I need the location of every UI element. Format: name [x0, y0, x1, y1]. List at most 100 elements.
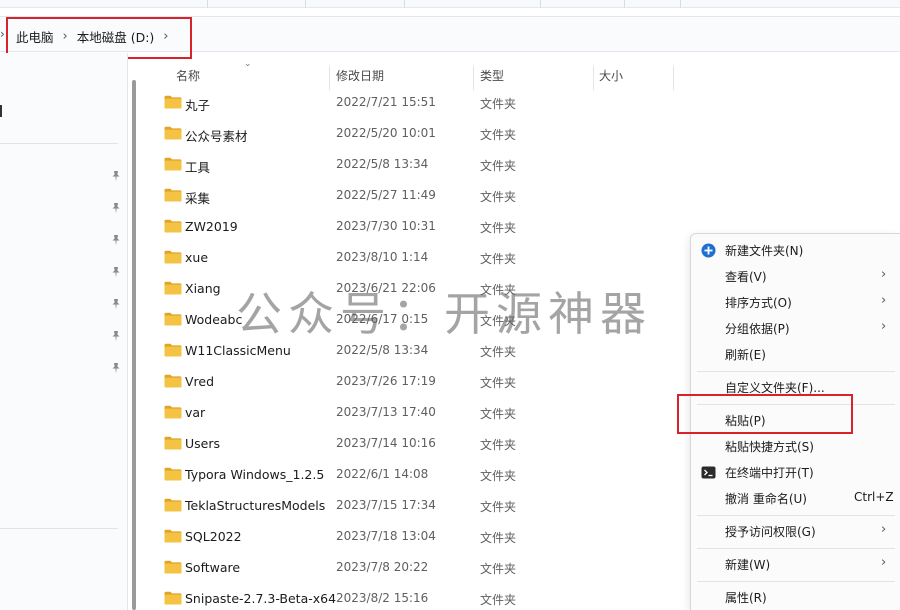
menu-item-open-in-terminal[interactable]: 在终端中打开(T): [691, 459, 900, 485]
file-date: 2022/5/27 11:49: [336, 188, 436, 202]
folder-icon: [164, 374, 182, 388]
folder-icon: [164, 498, 182, 512]
file-date: 2023/8/2 15:16: [336, 591, 429, 605]
pin-icon[interactable]: [110, 362, 122, 374]
menu-divider: [697, 581, 895, 582]
terminal-icon: [701, 466, 716, 479]
file-type: 文件夹: [480, 531, 517, 545]
menu-item-properties[interactable]: 属性(R): [691, 584, 900, 610]
navigation-pane: [0, 53, 128, 610]
menu-item-label: 新建文件夹(N): [725, 244, 804, 258]
pin-icon[interactable]: [110, 266, 122, 278]
folder-icon: [164, 312, 182, 326]
file-name: xue: [185, 250, 209, 265]
folder-icon: [164, 95, 182, 109]
watermark-text: 公众号：开源神器: [236, 287, 652, 341]
file-name: 工具: [185, 160, 211, 175]
file-row[interactable]: 丸子 2022/7/21 15:51 文件夹: [140, 87, 900, 118]
nav-divider: [0, 143, 118, 144]
file-type: 文件夹: [480, 345, 517, 359]
menu-item-label: 在终端中打开(T): [725, 466, 814, 480]
file-name: ZW2019: [185, 219, 238, 234]
file-date: 2023/7/30 10:31: [336, 219, 436, 233]
command-bar: [0, 0, 900, 8]
file-type: 文件夹: [480, 128, 517, 142]
folder-icon: [164, 343, 182, 357]
pin-icon[interactable]: [110, 234, 122, 246]
file-date: 2023/7/14 10:16: [336, 436, 436, 450]
pin-icon[interactable]: [110, 330, 122, 342]
file-date: 2023/8/10 1:14: [336, 250, 429, 264]
menu-item-label: 分组依据(P): [725, 322, 790, 336]
folder-icon: [164, 467, 182, 481]
file-row[interactable]: 采集 2022/5/27 11:49 文件夹: [140, 180, 900, 211]
chevron-right-icon: ›: [0, 27, 5, 41]
menu-item-view[interactable]: 查看(V) ›: [691, 263, 900, 289]
file-type: 文件夹: [480, 438, 517, 452]
file-name: 采集: [185, 191, 211, 206]
file-type: 文件夹: [480, 500, 517, 514]
file-row[interactable]: 工具 2022/5/8 13:34 文件夹: [140, 149, 900, 180]
menu-item-group-by[interactable]: 分组依据(P) ›: [691, 315, 900, 341]
file-type: 文件夹: [480, 407, 517, 421]
folder-icon: [164, 281, 182, 295]
menu-item-label: 粘贴快捷方式(S): [725, 440, 814, 454]
pin-icon[interactable]: [110, 202, 122, 214]
folder-icon: [164, 436, 182, 450]
file-date: 2022/5/8 13:34: [336, 343, 429, 357]
file-name: Vred: [185, 374, 215, 389]
file-date: 2023/7/15 17:34: [336, 498, 436, 512]
sort-chevron-icon: ⌄: [244, 59, 252, 69]
file-name: W11ClassicMenu: [185, 343, 291, 358]
file-type: 文件夹: [480, 221, 517, 235]
menu-item-new[interactable]: 新建(W) ›: [691, 551, 900, 577]
menu-item-sort-by[interactable]: 排序方式(O) ›: [691, 289, 900, 315]
menu-item-undo-rename[interactable]: 撤消 重命名(U) Ctrl+Z: [691, 485, 900, 511]
file-date: 2023/7/13 17:40: [336, 405, 436, 419]
file-date: 2023/7/8 20:22: [336, 560, 429, 574]
file-date: 2022/5/20 10:01: [336, 126, 436, 140]
menu-item-give-access[interactable]: 授予访问权限(G) ›: [691, 518, 900, 544]
column-header-type[interactable]: 类型: [480, 62, 504, 90]
chevron-right-icon: ›: [881, 319, 887, 334]
menu-item-label: 刷新(E): [725, 348, 766, 362]
nav-scrollbar[interactable]: [132, 80, 136, 610]
column-header-size[interactable]: 大小: [599, 62, 623, 90]
paste-highlight-box: [677, 394, 853, 434]
column-header-name[interactable]: 名称: [176, 62, 200, 90]
file-name: Users: [185, 436, 221, 451]
menu-item-new-folder[interactable]: 新建文件夹(N): [691, 237, 900, 263]
menu-item-label: 排序方式(O): [725, 296, 792, 310]
folder-icon: [164, 250, 182, 264]
file-date: 2023/7/18 13:04: [336, 529, 436, 543]
pin-icon[interactable]: [110, 170, 122, 182]
folder-icon: [164, 405, 182, 419]
file-name: var: [185, 405, 206, 420]
menu-item-label: 授予访问权限(G): [725, 525, 816, 539]
file-type: 文件夹: [480, 97, 517, 111]
file-name: SQL2022: [185, 529, 242, 544]
new-folder-icon: [701, 243, 716, 258]
file-row[interactable]: 公众号素材 2022/5/20 10:01 文件夹: [140, 118, 900, 149]
menu-item-refresh[interactable]: 刷新(E): [691, 341, 900, 367]
file-name: 公众号素材: [185, 129, 248, 144]
file-name: Typora Windows_1.2.5: [185, 467, 325, 482]
file-name: Xiang: [185, 281, 221, 296]
folder-icon: [164, 157, 182, 171]
folder-icon: [164, 126, 182, 140]
file-type: 文件夹: [480, 252, 517, 266]
file-name: 丸子: [185, 98, 211, 113]
folder-icon: [164, 219, 182, 233]
menu-item-paste-shortcut[interactable]: 粘贴快捷方式(S): [691, 433, 900, 459]
file-type: 文件夹: [480, 159, 517, 173]
nav-indicator: [0, 105, 2, 117]
menu-divider: [697, 548, 895, 549]
folder-icon: [164, 529, 182, 543]
file-date: 2022/7/21 15:51: [336, 95, 436, 109]
folder-icon: [164, 591, 182, 605]
column-header-date[interactable]: 修改日期: [336, 62, 384, 90]
menu-item-shortcut: Ctrl+Z: [854, 490, 894, 504]
file-name: TeklaStructuresModels: [185, 498, 326, 513]
pin-icon[interactable]: [110, 298, 122, 310]
chevron-right-icon: ›: [881, 555, 887, 570]
